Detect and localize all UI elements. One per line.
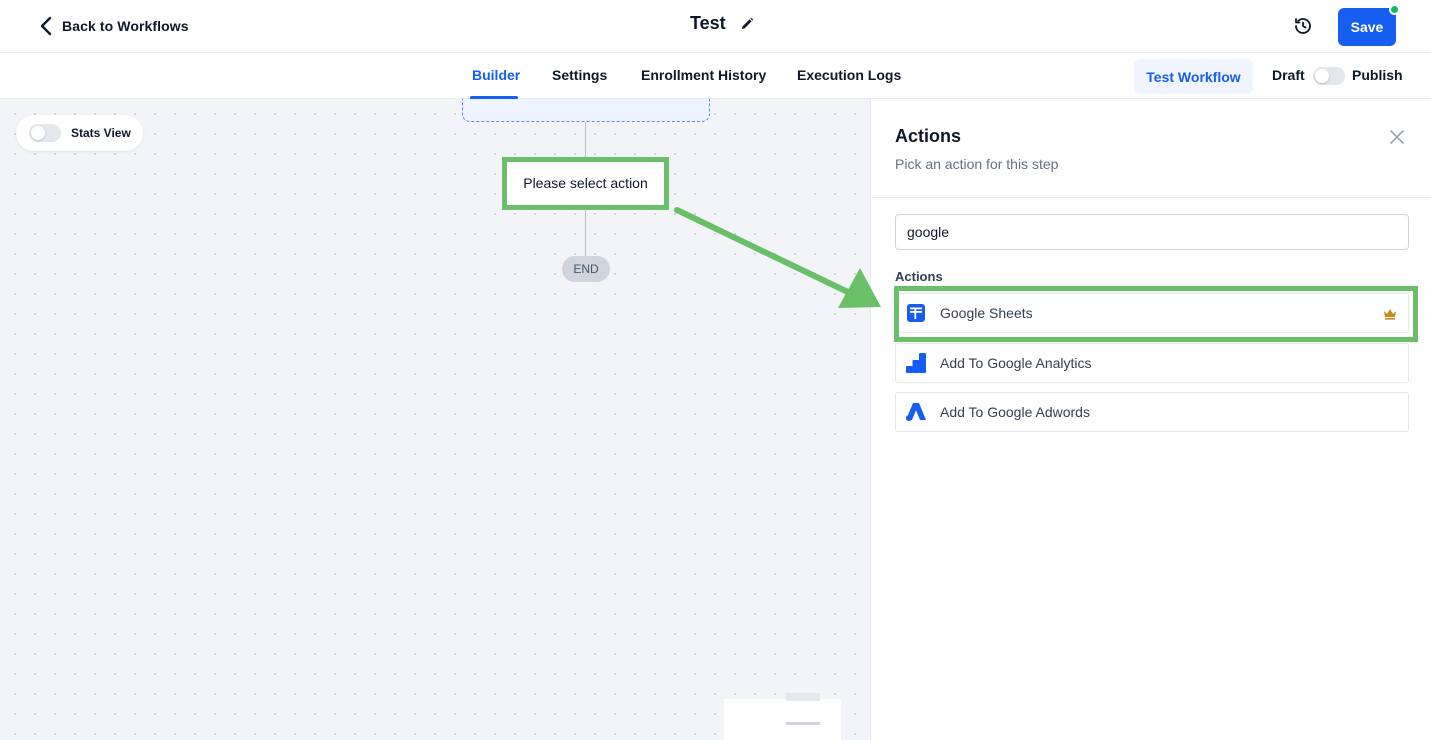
workflow-title: Test <box>690 13 726 33</box>
action-node[interactable]: Please select action <box>505 159 666 207</box>
panel-divider <box>871 197 1431 198</box>
trigger-node[interactable] <box>462 99 710 122</box>
status-dot <box>1389 4 1400 15</box>
panel-subtitle: Pick an action for this step <box>895 156 1059 172</box>
minimap-node <box>786 722 820 725</box>
crown-icon <box>1383 307 1397 320</box>
stats-view-control: Stats View <box>16 115 143 151</box>
chevron-left-icon <box>40 16 52 36</box>
test-workflow-label: Test Workflow <box>1146 68 1241 85</box>
action-item-label: Add To Google Adwords <box>940 404 1090 420</box>
panel-title: Actions <box>895 126 962 146</box>
action-item-google-analytics[interactable]: Add To Google Analytics <box>895 343 1409 383</box>
tab-settings[interactable]: Settings <box>552 67 607 83</box>
section-label: Actions <box>895 269 943 284</box>
test-workflow-button[interactable]: Test Workflow <box>1134 59 1253 94</box>
draft-label: Draft <box>1272 67 1305 83</box>
action-node-label: Please select action <box>523 175 648 191</box>
search-input[interactable] <box>895 214 1409 250</box>
connector-line <box>585 122 586 159</box>
save-label: Save <box>1350 19 1384 35</box>
pencil-icon[interactable] <box>740 17 754 31</box>
tab-builder[interactable]: Builder <box>472 67 520 83</box>
toggle-knob <box>31 126 45 140</box>
action-item-google-adwords[interactable]: Add To Google Adwords <box>895 392 1409 432</box>
google-analytics-icon <box>905 352 927 374</box>
google-ads-icon <box>905 401 927 423</box>
minimap-viewport <box>786 693 820 701</box>
publish-label: Publish <box>1352 67 1403 83</box>
top-bar: Back to Workflows Test Save <box>0 0 1431 53</box>
back-label: Back to Workflows <box>62 18 189 34</box>
action-item-google-sheets[interactable]: Google Sheets <box>895 293 1409 333</box>
save-button[interactable]: Save <box>1338 4 1400 46</box>
stats-view-toggle[interactable] <box>29 124 61 142</box>
workflow-canvas[interactable]: Stats View Please select action END <box>0 99 870 740</box>
stats-view-label: Stats View <box>71 126 131 140</box>
end-label: END <box>573 262 599 276</box>
minimap[interactable] <box>724 693 841 740</box>
publish-toggle[interactable] <box>1313 67 1345 85</box>
toggle-knob <box>1315 69 1329 83</box>
history-clock-icon[interactable] <box>1292 15 1314 37</box>
connector-line <box>585 209 586 256</box>
end-node: END <box>562 256 610 282</box>
back-to-workflows-link[interactable]: Back to Workflows <box>38 14 189 38</box>
workflow-title-area: Test <box>690 13 754 34</box>
close-icon[interactable] <box>1389 129 1405 145</box>
actions-panel: Actions Pick an action for this step Act… <box>870 99 1431 740</box>
tab-enrollment-history[interactable]: Enrollment History <box>641 67 766 83</box>
action-item-label: Google Sheets <box>940 305 1033 321</box>
tab-execution-logs[interactable]: Execution Logs <box>797 67 901 83</box>
action-item-label: Add To Google Analytics <box>940 355 1092 371</box>
tab-bar: Builder Settings Enrollment History Exec… <box>0 53 1431 99</box>
google-sheets-icon <box>905 302 927 324</box>
